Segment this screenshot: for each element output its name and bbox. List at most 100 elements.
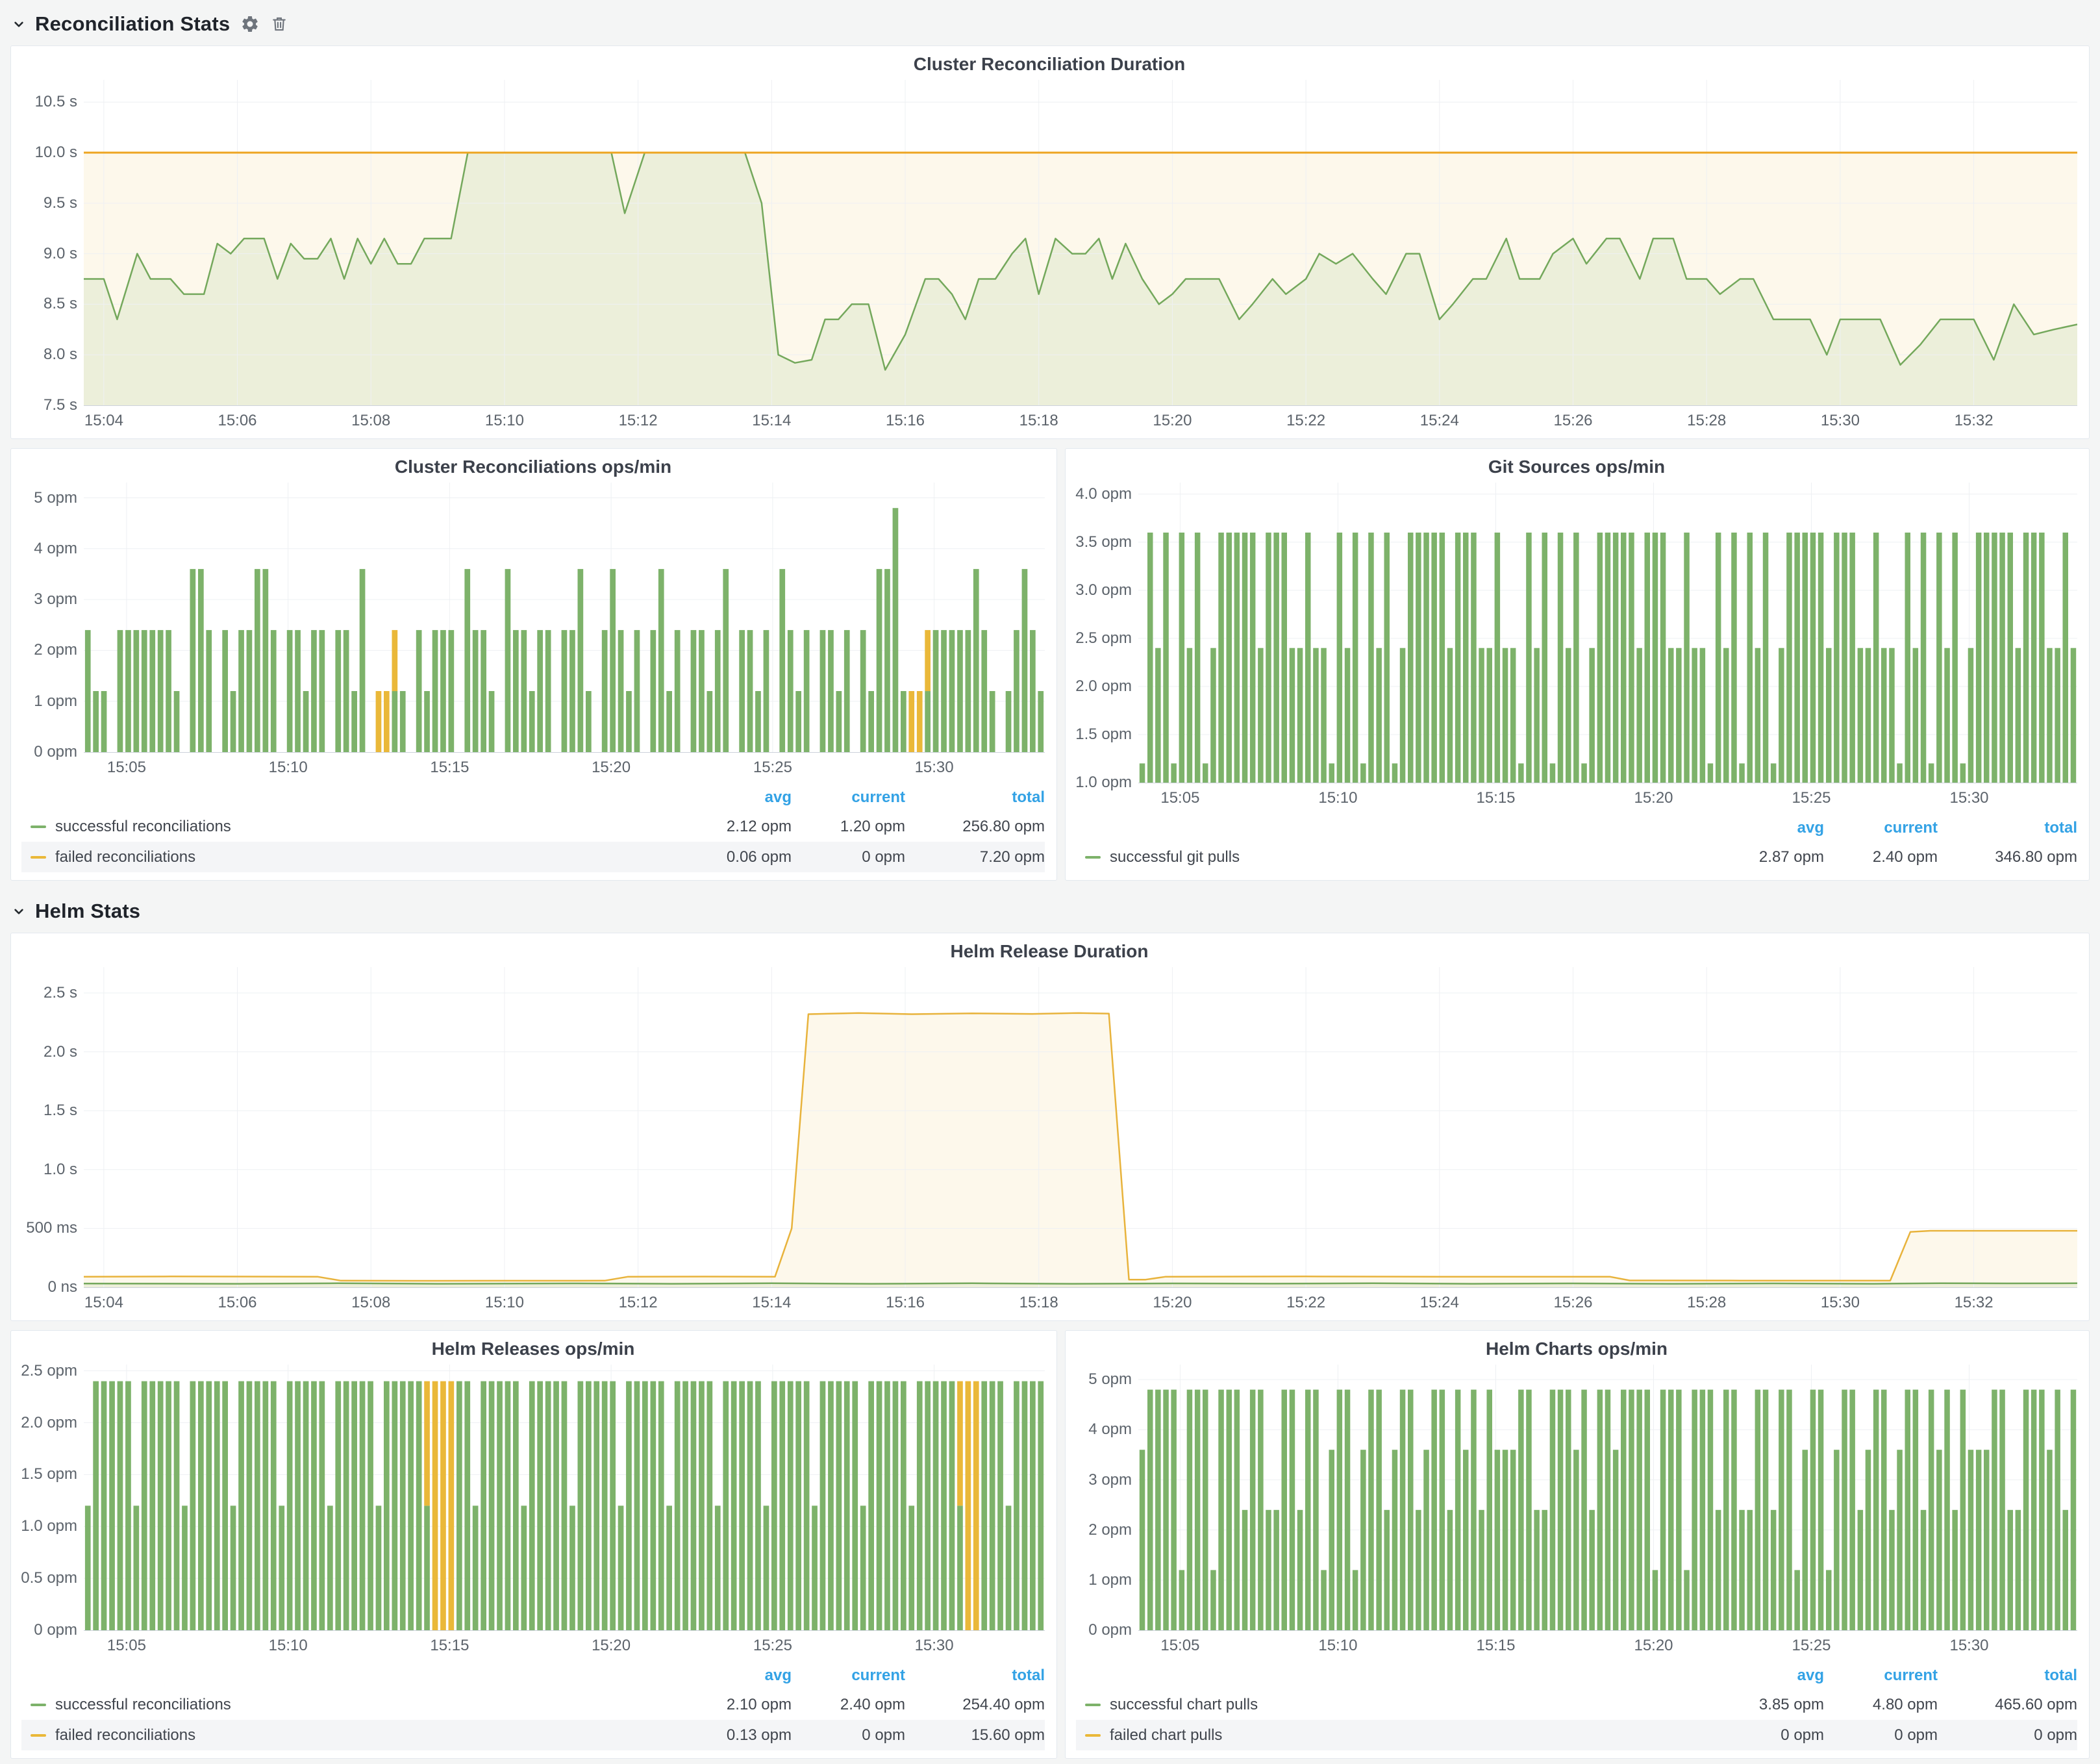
plot-area[interactable]: 15:0515:1015:1515:2015:2515:30 [1138, 1365, 2077, 1631]
legend-row[interactable]: failed reconciliations0.06 opm0 opm7.20 … [21, 842, 1045, 872]
chart-area[interactable]: 0 opm1 opm2 opm3 opm4 opm5 opm 15:0515:1… [1076, 1365, 2077, 1661]
y-tick-label: 0 ns [48, 1278, 77, 1296]
series-line-green [84, 1283, 2077, 1284]
section-header-helm-stats: Helm Stats [10, 894, 2090, 929]
y-axis: 1.0 opm1.5 opm2.0 opm2.5 opm3.0 opm3.5 o… [1076, 483, 1138, 783]
legend-column-total[interactable]: total [1938, 1667, 2077, 1685]
legend-column-total[interactable]: total [1938, 819, 2077, 837]
panel: Cluster Reconciliation Duration 7.5 s 8.0… [10, 45, 2090, 439]
legend-column-avg[interactable]: avg [681, 1667, 792, 1685]
legend-column-current[interactable]: current [792, 1667, 905, 1685]
y-tick-label: 9.0 s [44, 245, 77, 263]
legend-label[interactable]: failed reconciliations [55, 1726, 681, 1745]
legend-row[interactable]: successful reconciliations2.10 opm2.40 o… [21, 1689, 1045, 1720]
legend-value-avg: 2.12 opm [681, 818, 792, 836]
x-tick-label: 15:18 [1019, 1294, 1058, 1312]
series-marker [31, 1704, 46, 1706]
legend-label[interactable]: successful chart pulls [1110, 1696, 1714, 1714]
section-title[interactable]: Reconciliation Stats [35, 12, 230, 36]
legend-column-current[interactable]: current [792, 788, 905, 807]
chart-area[interactable]: 1.0 opm1.5 opm2.0 opm2.5 opm3.0 opm3.5 o… [1076, 483, 2077, 813]
y-tick-label: 9.5 s [44, 194, 77, 212]
legend-value-current: 0 opm [792, 848, 905, 866]
bars-successful [1140, 533, 2076, 783]
plot-area[interactable]: 15:0515:1015:1515:2015:2515:30 [84, 1365, 1045, 1631]
chart-area[interactable]: 0 opm0.5 opm1.0 opm1.5 opm2.0 opm2.5 opm… [21, 1365, 1045, 1661]
legend-value-total: 256.80 opm [905, 818, 1045, 836]
series-marker [1085, 1734, 1101, 1737]
panel-title[interactable]: Cluster Reconciliations ops/min [21, 454, 1045, 483]
y-tick-label: 0.5 opm [21, 1569, 77, 1587]
legend-column-total[interactable]: total [905, 788, 1045, 807]
y-tick-label: 8.0 s [44, 346, 77, 364]
plot-area[interactable]: 15:0415:0615:0815:1015:1215:1415:1615:18… [84, 967, 2077, 1288]
legend-value-avg: 0 opm [1714, 1726, 1824, 1745]
x-tick-label: 15:05 [1160, 1637, 1199, 1655]
plot-area[interactable]: 15:0515:1015:1515:2015:2515:30 [1138, 483, 2077, 783]
legend-label[interactable]: successful reconciliations [55, 1696, 681, 1714]
chart-area[interactable]: 7.5 s8.0 s8.5 s9.0 s9.5 s10.0 s10.5 s 15… [21, 80, 2077, 436]
panel-title[interactable]: Helm Charts ops/min [1076, 1336, 2077, 1365]
series-marker [31, 856, 46, 859]
panel-title[interactable]: Helm Releases ops/min [21, 1336, 1045, 1365]
legend-column-total[interactable]: total [905, 1667, 1045, 1685]
bars-successful [85, 508, 1045, 752]
y-tick-label: 2.0 s [44, 1043, 77, 1061]
legend-column-avg[interactable]: avg [681, 788, 792, 807]
x-tick-label: 15:05 [1160, 789, 1199, 807]
y-tick-label: 1 opm [34, 692, 77, 711]
section-title[interactable]: Helm Stats [35, 900, 140, 923]
series-marker [31, 1734, 46, 1737]
y-tick-label: 0 opm [1088, 1621, 1132, 1639]
chart-area[interactable]: 0 ns500 ms1.0 s1.5 s2.0 s2.5 s 15:0415:0… [21, 967, 2077, 1318]
legend: avgcurrenttotalsuccessful reconciliation… [21, 783, 1045, 877]
legend-column-current[interactable]: current [1824, 1667, 1938, 1685]
legend-column-current[interactable]: current [1824, 819, 1938, 837]
legend: avgcurrenttotalsuccessful git pulls2.87 … [1076, 813, 2077, 877]
chevron-down-icon[interactable] [10, 903, 27, 920]
series-marker [31, 825, 46, 828]
chart-area[interactable]: 0 opm1 opm2 opm3 opm4 opm5 opm 15:0515:1… [21, 483, 1045, 783]
panel-title[interactable]: Git Sources ops/min [1076, 454, 2077, 483]
legend-value-total: 346.80 opm [1938, 848, 2077, 866]
legend-row[interactable]: successful git pulls2.87 opm2.40 opm346.… [1076, 842, 2077, 872]
legend-column-avg[interactable]: avg [1714, 819, 1824, 837]
panel-slot-helm-releases: Helm Releases ops/min 0 opm0.5 opm1.0 op… [10, 1330, 1057, 1759]
legend-label[interactable]: successful git pulls [1110, 848, 1714, 866]
gear-icon[interactable] [240, 14, 260, 34]
chevron-down-icon[interactable] [10, 16, 27, 32]
legend-label[interactable]: successful reconciliations [55, 818, 681, 836]
legend-column-avg[interactable]: avg [1714, 1667, 1824, 1685]
panel-title[interactable]: Cluster Reconciliation Duration [21, 51, 2077, 80]
y-tick-label: 7.5 s [44, 396, 77, 414]
x-tick-label: 15:25 [1792, 1637, 1831, 1655]
legend-header-row: avgcurrenttotal [1076, 814, 2077, 842]
y-tick-label: 3.0 opm [1075, 581, 1132, 599]
legend-header-row: avgcurrenttotal [21, 784, 1045, 811]
x-tick-label: 15:12 [619, 412, 658, 430]
plot-area[interactable]: 15:0515:1015:1515:2015:2515:30 [84, 483, 1045, 753]
x-tick-label: 15:30 [915, 1637, 954, 1655]
x-tick-label: 15:20 [1153, 412, 1192, 430]
x-tick-label: 15:20 [1634, 789, 1673, 807]
panel-title[interactable]: Helm Release Duration [21, 939, 2077, 967]
x-tick-label: 15:10 [1318, 1637, 1357, 1655]
y-tick-label: 1.5 opm [21, 1465, 77, 1483]
x-tick-label: 15:24 [1420, 1294, 1459, 1312]
plot-area[interactable]: 15:0415:0615:0815:1015:1215:1415:1615:18… [84, 80, 2077, 406]
legend-value-total: 7.20 opm [905, 848, 1045, 866]
x-tick-label: 15:06 [218, 1294, 256, 1312]
legend-row[interactable]: successful chart pulls3.85 opm4.80 opm46… [1076, 1689, 2077, 1720]
x-tick-label: 15:32 [1955, 412, 1994, 430]
panel-slot-helm-charts: Helm Charts ops/min 0 opm1 opm2 opm3 opm… [1065, 1330, 2090, 1759]
y-tick-label: 3 opm [34, 590, 77, 609]
trash-icon[interactable] [270, 15, 288, 33]
legend-label[interactable]: failed reconciliations [55, 848, 681, 866]
legend-label[interactable]: failed chart pulls [1110, 1726, 1714, 1745]
x-tick-label: 15:06 [218, 412, 256, 430]
y-tick-label: 0 opm [34, 743, 77, 761]
legend-row[interactable]: failed reconciliations0.13 opm0 opm15.60… [21, 1720, 1045, 1750]
legend-row[interactable]: failed chart pulls0 opm0 opm0 opm [1076, 1720, 2077, 1750]
legend-row[interactable]: successful reconciliations2.12 opm1.20 o… [21, 811, 1045, 842]
x-tick-label: 15:20 [592, 1637, 631, 1655]
